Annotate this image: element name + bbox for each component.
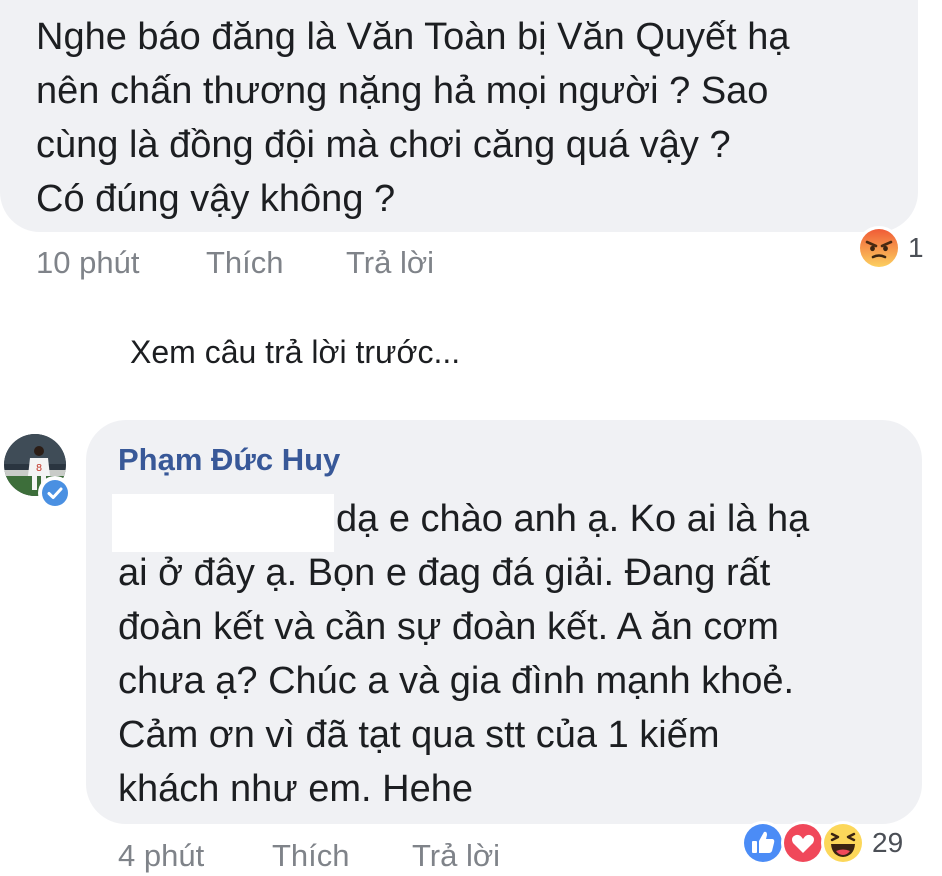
comment-bubble: Nghe báo đăng là Văn Toàn bị Văn Quyết h… xyxy=(0,0,918,232)
verified-badge-icon xyxy=(38,476,72,510)
reply-link[interactable]: Trả lời xyxy=(346,245,434,281)
haha-icon xyxy=(821,821,865,865)
comment-text-line: đoàn kết và cần sự đoàn kết. A ăn cơm xyxy=(118,606,779,648)
comment-timestamp[interactable]: 4 phút xyxy=(118,838,204,874)
reaction-count: 29 xyxy=(872,827,904,858)
comment-text-line: Có đúng vậy không ? xyxy=(36,178,396,220)
comment-text-line: ai ở đây ạ. Bọn e đag đá giải. Đang rất xyxy=(118,552,771,594)
comment-text-line: Cảm ơn vì đã tạt qua stt của 1 kiếm xyxy=(118,714,720,756)
comment-text-line: nên chấn thương nặng hả mọi người ? Sao xyxy=(36,70,769,112)
reaction-summary[interactable]: 1 xyxy=(856,226,924,270)
comment-text-line: chưa ạ? Chúc a và gia đình mạnh khoẻ. xyxy=(118,660,795,702)
comment-text-line: dạ e chào anh ạ. Ko ai là hạ xyxy=(336,498,810,540)
view-previous-replies-link[interactable]: Xem câu trả lời trước... xyxy=(130,334,460,371)
reply-bubble: Phạm Đức Huy dạ e chào anh ạ. Ko ai là h… xyxy=(86,420,922,824)
reaction-count: 1 xyxy=(908,232,924,263)
comment-text-line: Nghe báo đăng là Văn Toàn bị Văn Quyết h… xyxy=(36,16,790,58)
svg-text:8: 8 xyxy=(36,463,42,474)
comment-text-line: khách như em. Hehe xyxy=(118,768,473,810)
reply-link[interactable]: Trả lời xyxy=(412,838,500,874)
comment-author[interactable]: Phạm Đức Huy xyxy=(118,442,340,478)
comment-text-line: cùng là đồng đội mà chơi căng quá vậy ? xyxy=(36,124,731,166)
comment-thread: Nghe báo đăng là Văn Toàn bị Văn Quyết h… xyxy=(0,0,942,876)
like-link[interactable]: Thích xyxy=(272,838,350,874)
comment-text: dạ e chào anh ạ. Ko ai là hạ ai ở đây ạ.… xyxy=(118,492,908,816)
like-link[interactable]: Thích xyxy=(206,245,284,281)
reaction-summary[interactable]: 29 xyxy=(740,818,903,868)
angry-icon xyxy=(857,226,901,270)
comment-text: Nghe báo đăng là Văn Toàn bị Văn Quyết h… xyxy=(36,10,916,226)
comment-timestamp[interactable]: 10 phút xyxy=(36,245,139,281)
reaction-icons xyxy=(740,818,870,868)
